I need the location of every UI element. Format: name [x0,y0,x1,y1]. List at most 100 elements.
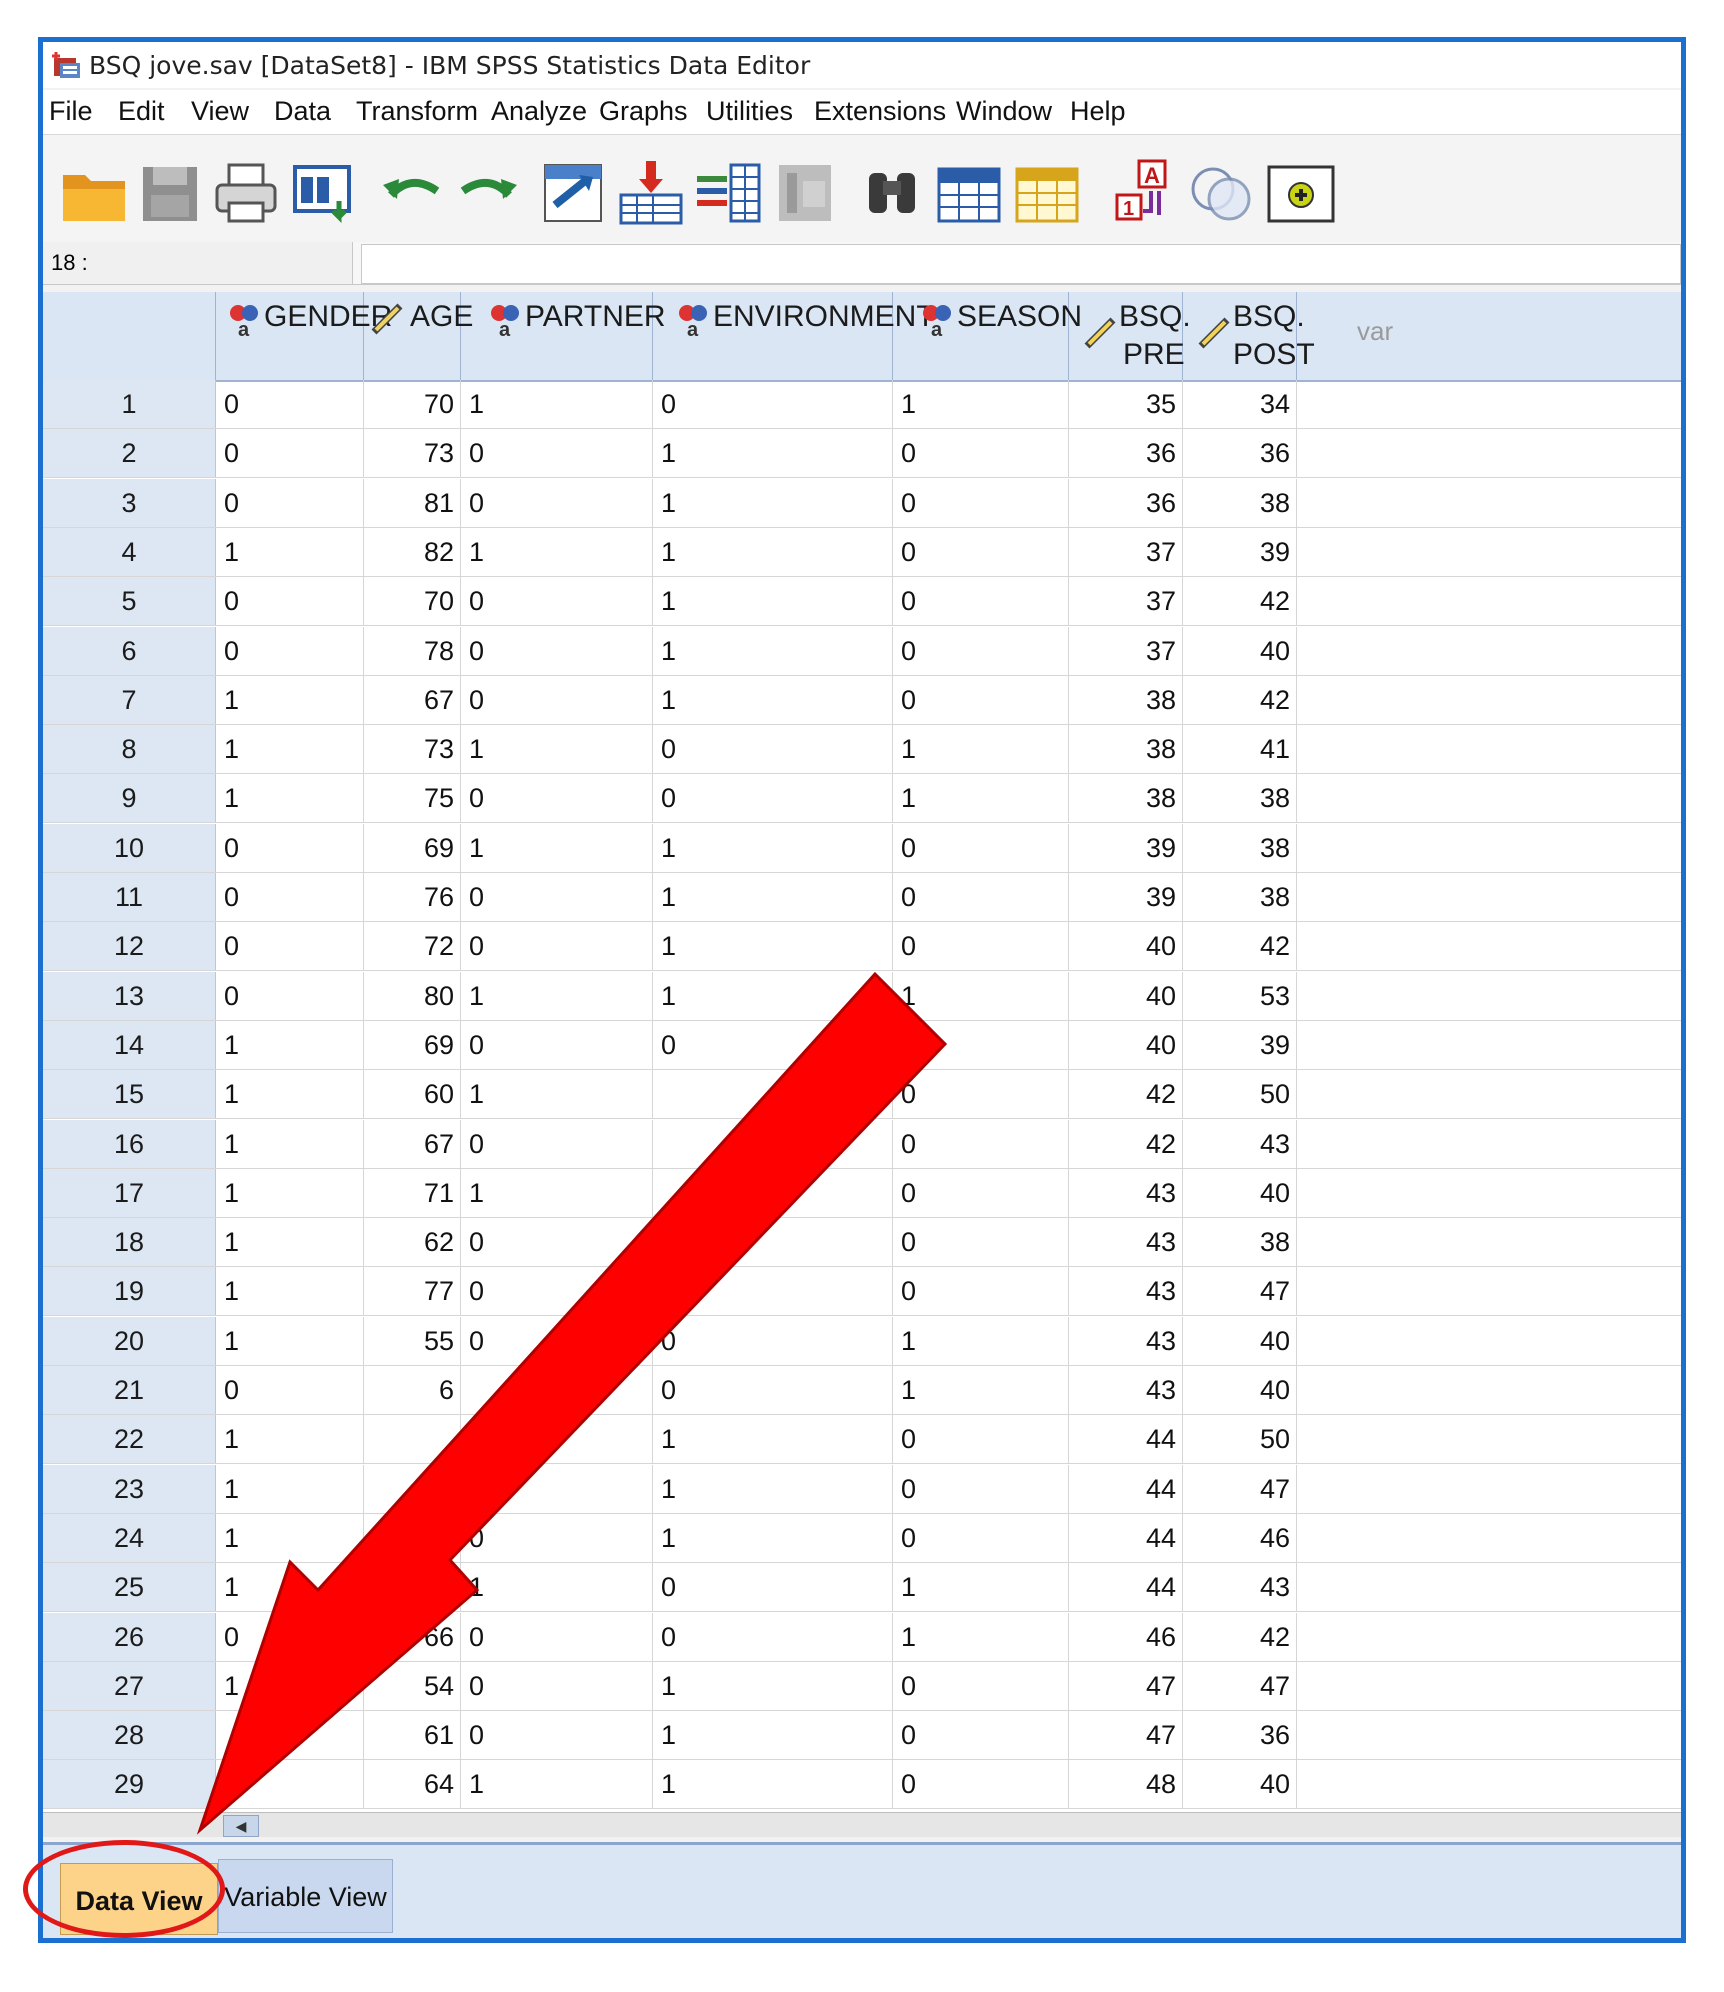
cell-partner[interactable]: 1 [461,1760,653,1809]
column-header-partner[interactable]: a PARTNER [461,292,666,380]
tab-variable-view[interactable]: Variable View [218,1859,393,1933]
row-number[interactable]: 12 [43,922,216,971]
cell-bsq-pre[interactable]: 47 [1069,1661,1183,1710]
cell-partner[interactable]: 0 [461,429,653,478]
cell-age[interactable]: 78 [364,626,461,675]
row-number[interactable]: 8 [43,725,216,774]
cell-age[interactable]: 70 [364,380,461,428]
row-number[interactable]: 17 [43,1168,216,1217]
column-header-environment[interactable]: a ENVIRONMENT [653,292,935,380]
cell-bsq-pre[interactable]: 39 [1069,873,1183,921]
cell-environment[interactable]: 0 [653,1020,893,1069]
cell-bsq-post[interactable]: 40 [1183,1760,1297,1809]
cell-season[interactable]: 1 [893,380,1069,428]
cell-bsq-post[interactable]: 47 [1183,1661,1297,1710]
column-header-age[interactable]: AGE [364,292,473,380]
horizontal-scrollbar[interactable]: ◀ [43,1812,1681,1837]
cell-bsq-pre[interactable]: 38 [1069,774,1183,823]
cell-bsq-post[interactable]: 41 [1183,725,1297,774]
row-number[interactable]: 6 [43,626,216,675]
menu-edit[interactable]: Edit [118,96,165,127]
cell-var[interactable] [1297,725,1681,773]
cell-bsq-pre[interactable]: 39 [1069,823,1183,872]
row-number[interactable]: 11 [43,873,216,921]
cell-age[interactable] [364,1464,461,1513]
cell-partner[interactable]: 0 [461,1711,653,1760]
cell-bsq-post[interactable]: 46 [1183,1513,1297,1562]
row-number[interactable]: 27 [43,1661,216,1710]
cell-gender[interactable]: 1 [216,1020,364,1069]
cell-var[interactable] [1297,1415,1681,1463]
cell-bsq-post[interactable]: 50 [1183,1070,1297,1119]
cell-gender[interactable]: 0 [216,478,364,527]
cell-environment[interactable]: 1 [653,1464,893,1513]
cell-environment[interactable]: 1 [653,922,893,971]
cell-season[interactable]: 0 [893,1218,1069,1267]
cell-var[interactable] [1297,1169,1681,1217]
cell-age[interactable]: 55 [364,1316,461,1365]
use-sets-icon[interactable] [1183,155,1259,231]
cell-partner[interactable]: 0 [461,922,653,971]
cell-bsq-pre[interactable]: 44 [1069,1464,1183,1513]
column-header-bsq-post[interactable]: BSQ. POST [1183,292,1315,380]
cell-bsq-pre[interactable]: 36 [1069,478,1183,527]
cell-partner[interactable]: 0 [461,1218,653,1267]
cell-season[interactable]: 1 [893,725,1069,774]
cell-var[interactable] [1297,1317,1681,1365]
cell-environment[interactable]: 1 [653,675,893,724]
cell-season[interactable]: 0 [893,626,1069,675]
cell-partner[interactable]: 1 [461,1070,653,1119]
cell-var[interactable] [1297,1465,1681,1513]
cell-bsq-post[interactable]: 43 [1183,1563,1297,1612]
cell-environment[interactable]: 1 [653,478,893,527]
cell-environment[interactable]: 1 [653,1661,893,1710]
cell-partner[interactable]: 1 [461,725,653,774]
cell-var[interactable] [1297,774,1681,822]
row-number[interactable]: 16 [43,1119,216,1168]
cell-age[interactable]: 70 [364,577,461,626]
cell-gender[interactable] [216,1711,364,1760]
cell-season[interactable]: 0 [893,577,1069,626]
cell-bsq-post[interactable]: 38 [1183,1218,1297,1267]
cell-gender[interactable]: 1 [216,1168,364,1217]
cell-environment[interactable] [653,1168,893,1217]
cell-gender[interactable]: 0 [216,873,364,921]
cell-environment[interactable]: 1 [653,1513,893,1562]
cell-var[interactable] [1297,922,1681,970]
cell-bsq-post[interactable]: 38 [1183,873,1297,921]
cell-var[interactable] [1297,676,1681,724]
cell-bsq-post[interactable]: 36 [1183,1711,1297,1760]
cell-bsq-post[interactable]: 39 [1183,527,1297,576]
cell-var[interactable] [1297,972,1681,1020]
cell-season[interactable]: 0 [893,1070,1069,1119]
cell-environment[interactable]: 0 [653,1612,893,1661]
row-number[interactable]: 29 [43,1760,216,1809]
cell-var[interactable] [1297,1267,1681,1315]
find-icon[interactable] [855,155,931,231]
cell-bsq-pre[interactable]: 35 [1069,380,1183,428]
cell-gender[interactable]: 1 [216,725,364,774]
cell-var[interactable] [1297,1120,1681,1168]
cell-age[interactable]: 69 [364,823,461,872]
cell-age[interactable]: 6 [364,1366,461,1414]
row-number[interactable]: 3 [43,478,216,527]
print-icon[interactable] [209,155,285,231]
redo-icon[interactable] [449,155,525,231]
cell-partner[interactable] [461,1415,653,1464]
cell-partner[interactable]: 1 [461,1563,653,1612]
cell-partner[interactable]: 1 [461,527,653,576]
row-number[interactable]: 5 [43,577,216,626]
row-number[interactable]: 19 [43,1267,216,1316]
cell-season[interactable]: 0 [893,527,1069,576]
cell-partner[interactable]: 1 [461,1168,653,1217]
row-number[interactable]: 10 [43,823,216,872]
cell-partner[interactable]: 0 [461,675,653,724]
cell-bsq-post[interactable]: 38 [1183,823,1297,872]
cell-gender[interactable]: 1 [216,1267,364,1316]
cell-gender[interactable]: 0 [216,626,364,675]
cell-environment[interactable]: 0 [653,1316,893,1365]
insert-variable-icon[interactable] [1009,155,1085,231]
cell-partner[interactable] [461,1366,653,1414]
cell-season[interactable]: 0 [893,1168,1069,1217]
cell-gender[interactable]: 1 [216,527,364,576]
